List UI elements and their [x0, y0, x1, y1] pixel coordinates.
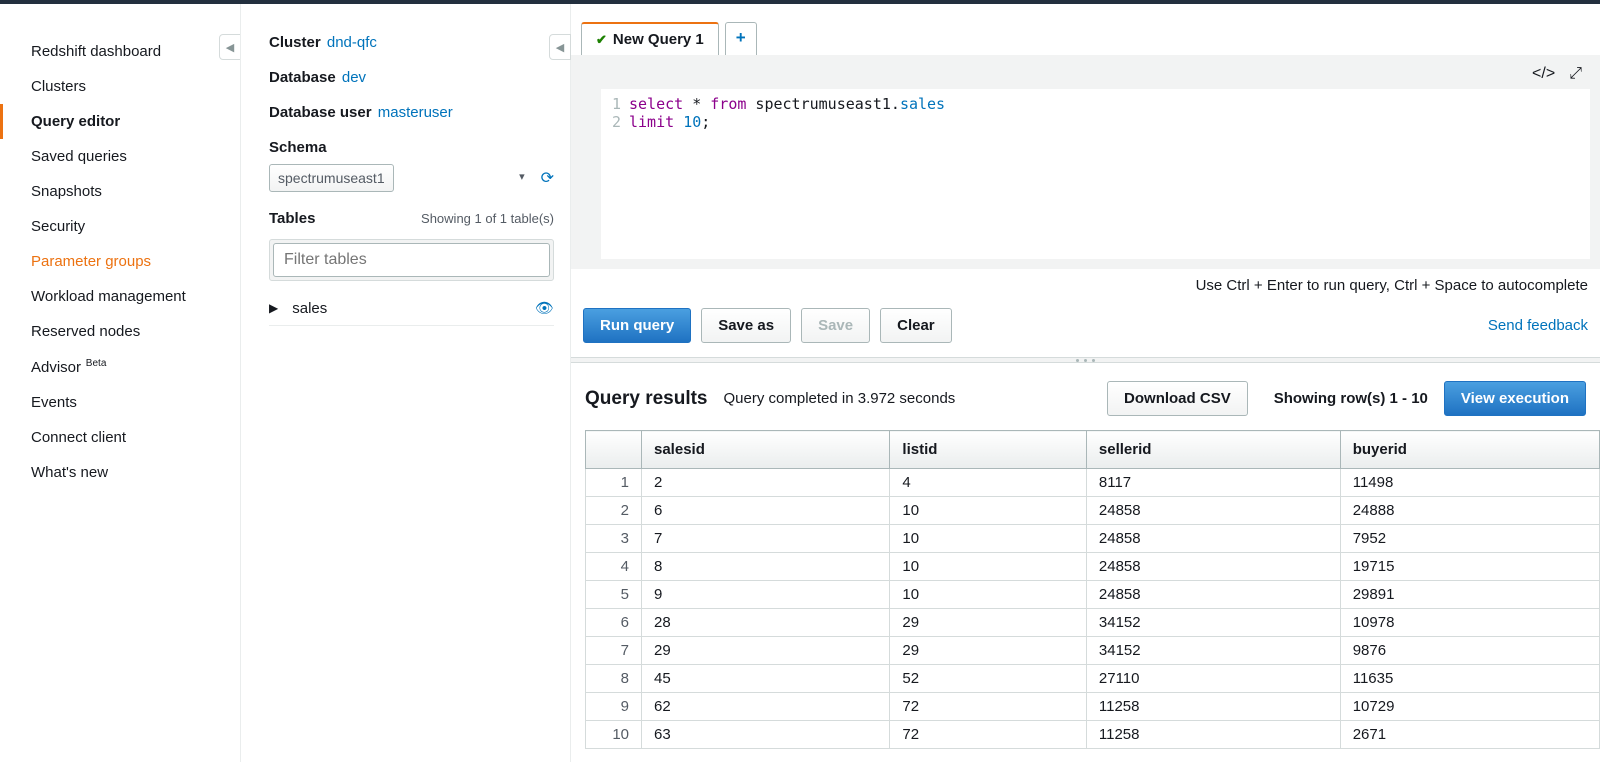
- sidebar-item-redshift-dashboard[interactable]: Redshift dashboard: [0, 34, 240, 69]
- table-row[interactable]: 26102485824888: [586, 497, 1600, 525]
- code-icon[interactable]: </>: [1532, 65, 1555, 83]
- sidebar-item-saved-queries[interactable]: Saved queries: [0, 139, 240, 174]
- table-row[interactable]: 3710248587952: [586, 525, 1600, 553]
- dbuser-label: Database user: [269, 104, 372, 121]
- cluster-label: Cluster: [269, 34, 321, 51]
- table-row[interactable]: 72929341529876: [586, 637, 1600, 665]
- save-button[interactable]: Save: [801, 308, 870, 343]
- refresh-icon[interactable]: ⟳: [541, 168, 554, 188]
- main-panel: ✔ New Query 1 + </> ⤢ 1select * from spe…: [570, 4, 1600, 762]
- results-table: salesidlistidselleridbuyerid 12481171149…: [585, 430, 1600, 749]
- cluster-value[interactable]: dnd-qfc: [327, 34, 377, 51]
- sidebar-item-snapshots[interactable]: Snapshots: [0, 174, 240, 209]
- save-as-button[interactable]: Save as: [701, 308, 791, 343]
- column-header-listid[interactable]: listid: [890, 431, 1086, 469]
- sidebar-item-reserved-nodes[interactable]: Reserved nodes: [0, 314, 240, 349]
- table-row[interactable]: 124811711498: [586, 469, 1600, 497]
- table-row[interactable]: 106372112582671: [586, 721, 1600, 749]
- sidebar-item-security[interactable]: Security: [0, 209, 240, 244]
- sql-editor[interactable]: 1select * from spectrumuseast1.sales 2li…: [601, 89, 1590, 259]
- table-row[interactable]: 59102485829891: [586, 581, 1600, 609]
- table-row[interactable]: 48102485819715: [586, 553, 1600, 581]
- tables-label: Tables: [269, 210, 315, 227]
- preview-icon[interactable]: 👁: [535, 299, 554, 317]
- sidebar-item-workload-management[interactable]: Workload management: [0, 279, 240, 314]
- database-value[interactable]: dev: [342, 69, 366, 86]
- sidebar-item-what-s-new[interactable]: What's new: [0, 455, 240, 490]
- row-number-header: [586, 431, 642, 469]
- tables-count: Showing 1 of 1 table(s): [421, 211, 554, 226]
- sidebar-item-clusters[interactable]: Clusters: [0, 69, 240, 104]
- column-header-buyerid[interactable]: buyerid: [1340, 431, 1599, 469]
- sidebar-item-events[interactable]: Events: [0, 385, 240, 420]
- expand-icon[interactable]: ⤢: [1569, 65, 1582, 83]
- view-execution-button[interactable]: View execution: [1444, 381, 1586, 416]
- table-row[interactable]: ▶ sales👁: [269, 291, 554, 326]
- editor-hint: Use Ctrl + Enter to run query, Ctrl + Sp…: [571, 269, 1600, 308]
- dbuser-value[interactable]: masteruser: [378, 104, 453, 121]
- sidebar: ◀ Redshift dashboardClustersQuery editor…: [0, 4, 240, 762]
- schema-label: Schema: [269, 139, 554, 156]
- table-row[interactable]: 962721125810729: [586, 693, 1600, 721]
- connection-panel: ◀ Cluster dnd-qfc Database dev Database …: [240, 4, 570, 762]
- sidebar-item-connect-client[interactable]: Connect client: [0, 420, 240, 455]
- table-row[interactable]: 628293415210978: [586, 609, 1600, 637]
- results-title: Query results: [585, 388, 708, 410]
- download-csv-button[interactable]: Download CSV: [1107, 381, 1248, 416]
- send-feedback-link[interactable]: Send feedback: [1488, 317, 1588, 334]
- table-name: sales: [292, 300, 535, 317]
- column-header-salesid[interactable]: salesid: [642, 431, 890, 469]
- run-query-button[interactable]: Run query: [583, 308, 691, 343]
- schema-select[interactable]: spectrumuseast1: [269, 164, 394, 192]
- column-header-sellerid[interactable]: sellerid: [1086, 431, 1340, 469]
- tab-new-query-1[interactable]: ✔ New Query 1: [581, 22, 719, 55]
- results-row-count: Showing row(s) 1 - 10: [1274, 390, 1428, 407]
- clear-button[interactable]: Clear: [880, 308, 952, 343]
- sidebar-item-advisor[interactable]: Advisor Beta: [0, 349, 240, 385]
- add-tab-button[interactable]: +: [725, 22, 757, 55]
- sidebar-item-parameter-groups[interactable]: Parameter groups: [0, 244, 240, 279]
- expand-icon[interactable]: ▶: [269, 301, 278, 315]
- tab-label: New Query 1: [613, 31, 704, 48]
- database-label: Database: [269, 69, 336, 86]
- connection-panel-collapse-toggle[interactable]: ◀: [549, 34, 571, 60]
- filter-tables-input[interactable]: [273, 243, 550, 277]
- table-row[interactable]: 845522711011635: [586, 665, 1600, 693]
- results-subtitle: Query completed in 3.972 seconds: [724, 390, 956, 407]
- sidebar-item-query-editor[interactable]: Query editor: [0, 104, 240, 139]
- sidebar-collapse-toggle[interactable]: ◀: [219, 34, 241, 60]
- success-icon: ✔: [596, 32, 607, 48]
